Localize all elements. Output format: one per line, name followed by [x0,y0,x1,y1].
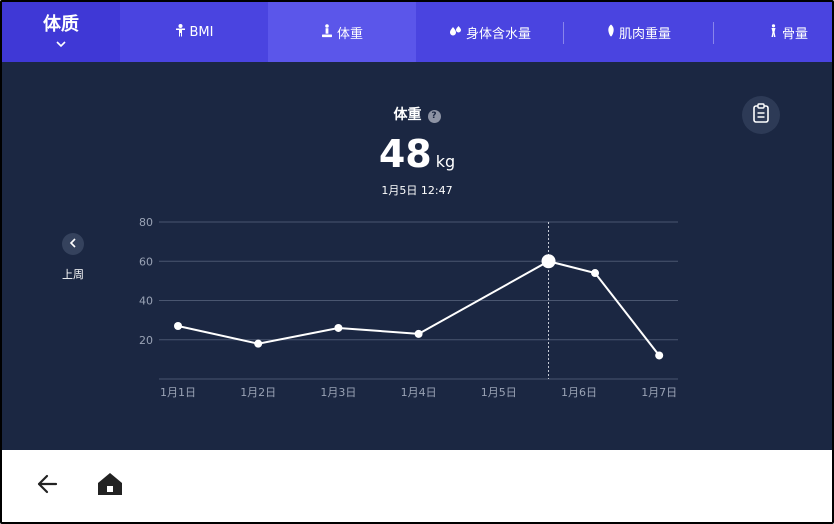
back-button[interactable] [34,473,60,499]
data-point [174,322,182,331]
tab-bmi[interactable]: BMI [120,2,268,62]
y-tick-label: 20 [139,334,153,347]
x-tick-label: 1月6日 [561,386,597,399]
tab-muscle-mass[interactable]: 肌肉重量 [564,2,714,62]
top-tab-bar: 体质 BMI 体重 身体含水量 肌肉重量 骨量 [2,2,832,62]
tab-label: 骨量 [781,26,808,42]
data-point [334,323,343,332]
metric-panel: 体重? 48 kg 1月5日 12:47 上周 20 40 60 80 1月1日 1月2日 1… [2,62,832,450]
bottom-navigation [2,450,832,522]
x-tick-label: 1月1日 [160,386,196,399]
x-tick-label: 1月3日 [320,386,356,399]
section-title: 体质 [43,14,79,35]
water-drops-icon [449,25,462,40]
section-selector[interactable]: 体质 [2,2,120,62]
x-tick-label: 1月4日 [401,386,437,399]
home-icon [97,472,123,500]
data-point [655,351,664,360]
bone-person-icon [769,23,778,41]
tab-label: 肌肉重量 [618,26,671,42]
data-point [254,339,263,348]
tab-label: BMI [189,24,214,40]
arrow-left-icon [36,474,58,498]
chevron-down-icon [56,38,66,50]
app-window: 体质 BMI 体重 身体含水量 肌肉重量 骨量 体重 ? 48 kg 1月5日 … [0,0,834,524]
scale-person-icon [321,23,333,41]
weight-line-chart: 20 40 60 80 1月1日 1月2日 1月3日 1月4日 1月5日 1月6日 1月7日 [139,216,678,399]
data-point [591,269,600,278]
x-tick-label: 1月7日 [641,386,677,399]
tab-weight[interactable]: 体重 [268,2,416,62]
tab-bone-mass[interactable]: 骨量 [714,2,832,62]
series-line [177,260,660,357]
tab-label: 体重 [336,26,363,42]
tab-label: 身体含水量 [465,26,531,42]
data-point [414,329,423,338]
x-tick-label: 1月2日 [240,386,276,399]
y-tick-label: 60 [139,255,153,268]
y-tick-label: 80 [139,216,153,229]
home-button[interactable] [96,472,124,500]
y-tick-label: 40 [139,295,153,308]
data-point-selected [541,254,556,269]
person-icon [175,24,186,40]
muscle-icon [607,24,615,40]
x-tick-label: 1月5日 [481,386,517,399]
tab-body-water[interactable]: 身体含水量 [416,2,564,62]
